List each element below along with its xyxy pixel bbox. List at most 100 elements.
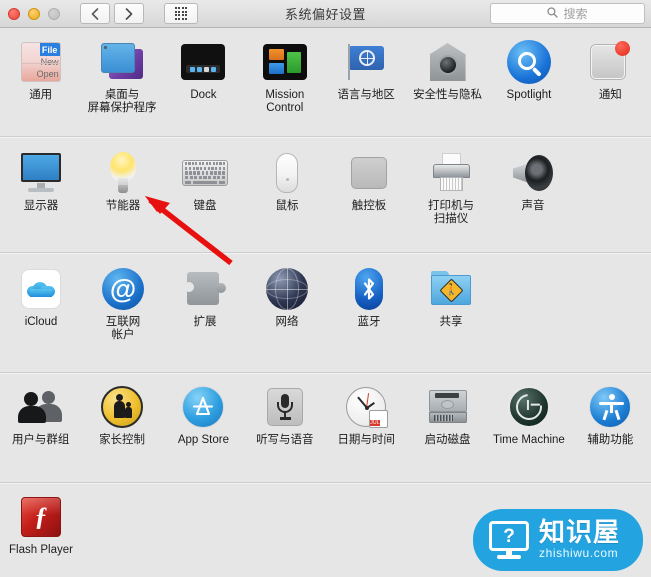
keyboard-icon [181,149,229,197]
pref-displays[interactable]: 显示器 [0,149,82,226]
app-store-icon [179,383,227,431]
bluetooth-icon [345,265,393,313]
pref-label: Spotlight [506,89,552,101]
pref-printers-scanners[interactable]: 打印机与 扫描仪 [410,149,492,226]
pref-energy-saver[interactable]: 节能器 [82,149,164,226]
window-toolbar: 系统偏好设置 搜索 [0,0,651,28]
pref-label: iCloud [24,316,58,328]
pref-label: Dock [190,89,217,101]
pref-icloud[interactable]: iCloud [0,265,82,342]
question-mark: ? [503,525,515,547]
pref-app-store[interactable]: App Store [163,383,244,447]
startup-disk-icon [424,383,472,431]
watermark-text: 知识屋 zhishiwu.com [539,518,639,560]
calendar-month: JUL [370,420,380,426]
extensions-icon [181,265,229,313]
pref-label: 触控板 [351,200,387,212]
parental-controls-icon [98,383,146,431]
search-field[interactable]: 搜索 [490,3,645,24]
pref-startup-disk[interactable]: 启动磁盘 [407,383,488,447]
search-placeholder: 搜索 [563,7,588,21]
pref-label: 显示器 [23,200,59,212]
printers-scanners-icon [427,149,475,197]
close-button[interactable] [8,7,20,20]
pref-label: 键盘 [193,200,217,212]
pref-label: Mission Control [265,89,305,114]
back-button[interactable] [80,3,110,24]
pref-label: 打印机与 扫描仪 [428,200,474,225]
flash-player-icon: ƒ [17,493,65,541]
pref-label: 通知 [598,89,622,101]
desktop-screensaver-icon [98,38,146,86]
pref-label: App Store [177,434,230,446]
pref-dictation-speech[interactable]: 听写与语音 [244,383,325,447]
accessibility-icon [586,383,634,431]
mission-control-icon [261,38,309,86]
icloud-icon [17,265,65,313]
pref-label: 桌面与 屏幕保护程序 [87,89,157,114]
pref-general[interactable]: File New Open 通用 [0,38,81,115]
date-time-icon: JUL 18 [342,383,390,431]
sharing-icon: 🚶 [427,265,475,313]
pref-trackpad[interactable]: 触控板 [328,149,410,226]
pref-label: Time Machine [493,434,565,446]
pref-extensions[interactable]: 扩展 [164,265,246,342]
pref-sharing[interactable]: 🚶 共享 [410,265,492,342]
network-icon [263,265,311,313]
watermark-url: zhishiwu.com [539,546,619,560]
pref-label: 网络 [275,316,299,328]
security-privacy-icon [424,38,472,86]
pref-label: 通用 [29,89,53,101]
watermark-logo: ? 知识屋 zhishiwu.com [473,509,643,571]
search-icon [547,5,559,23]
pane-row-system: 用户与群组 家长控制 App Store 听写与语音 JUL 日期与时间 启动磁… [0,373,651,483]
pref-label: 启动磁盘 [424,434,471,446]
general-icon: File New Open [17,38,65,86]
pref-label: 听写与语音 [256,434,314,446]
pref-label: 辅助功能 [587,434,634,446]
pref-label: 日期与时间 [337,434,395,446]
question-monitor-icon: ? [489,521,529,559]
pref-sound[interactable]: 声音 [492,149,574,226]
dictation-speech-icon [261,383,309,431]
forward-button[interactable] [114,3,144,24]
show-all-button[interactable] [164,3,198,24]
pref-users-groups[interactable]: 用户与群组 [0,383,81,447]
pref-desktop-screensaver[interactable]: 桌面与 屏幕保护程序 [81,38,162,115]
pref-bluetooth[interactable]: 蓝牙 [328,265,410,342]
pref-mouse[interactable]: 鼠标 [246,149,328,226]
pref-security-privacy[interactable]: 安全性与隐私 [407,38,488,115]
pref-network[interactable]: 网络 [246,265,328,342]
pane-row-personal: File New Open 通用 桌面与 屏幕保护程序 Dock Mission… [0,28,651,137]
pane-row-hardware: 显示器 节能器 键盘 鼠标 触控板 打印机与 扫描仪 声音 [0,137,651,253]
minimize-button[interactable] [28,7,40,20]
pref-keyboard[interactable]: 键盘 [164,149,246,226]
pane-row-internet-wireless: iCloud @ 互联网 帐户 扩展 网络 蓝牙 🚶 共享 [0,253,651,373]
energy-saver-icon [99,149,147,197]
displays-icon [17,149,65,197]
pref-label: 语言与地区 [337,89,395,101]
pref-dock[interactable]: Dock [163,38,244,115]
pref-flash-player[interactable]: ƒ Flash Player [0,493,82,557]
pref-language-region[interactable]: 语言与地区 [326,38,407,115]
pref-notifications[interactable]: 通知 [570,38,651,115]
pref-mission-control[interactable]: Mission Control [244,38,325,115]
pref-label: 节能器 [105,200,141,212]
dock-icon [179,38,227,86]
spotlight-icon [505,38,553,86]
pref-parental-controls[interactable]: 家长控制 [81,383,162,447]
navigation-buttons [80,3,198,24]
pref-label: 互联网 帐户 [105,316,141,341]
pref-spotlight[interactable]: Spotlight [488,38,569,115]
zoom-button[interactable] [48,7,60,20]
pref-internet-accounts[interactable]: @ 互联网 帐户 [82,265,164,342]
pref-accessibility[interactable]: 辅助功能 [570,383,651,447]
pref-label: 鼠标 [275,200,299,212]
pref-label: 蓝牙 [357,316,381,328]
pref-time-machine[interactable]: Time Machine [488,383,569,447]
pref-label: 安全性与隐私 [413,89,483,101]
mouse-icon [263,149,311,197]
pref-date-time[interactable]: JUL 18 日期与时间 [326,383,407,447]
grid-icon [174,7,188,20]
users-groups-icon [17,383,65,431]
